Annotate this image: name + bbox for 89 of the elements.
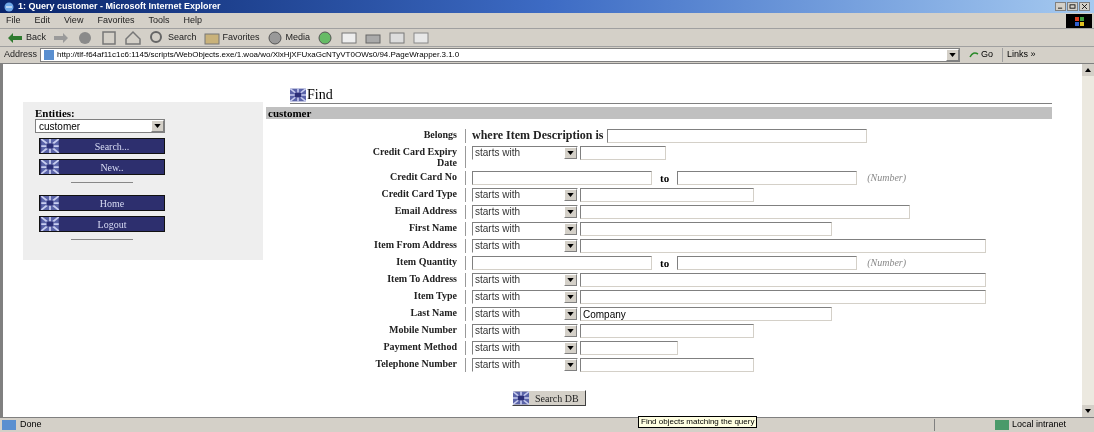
field-label: Last Name (409, 307, 458, 320)
operator-dropdown[interactable]: starts with (472, 222, 578, 236)
number-hint: (Number) (867, 256, 907, 270)
favorites-toolbar-button[interactable]: Favorites (202, 29, 260, 46)
tile-icon (513, 391, 529, 405)
menu-item[interactable]: Edit (34, 13, 51, 28)
field-label: Belongs (422, 129, 458, 142)
field-label: Telephone Number (374, 358, 458, 371)
operator-dropdown[interactable]: starts with (472, 273, 578, 287)
search-toolbar-button[interactable]: Search (148, 29, 197, 46)
status-text: Done (20, 418, 42, 432)
field-label: Item From Address (373, 239, 458, 252)
home-icon (124, 29, 142, 46)
field-label: Email Address (393, 205, 458, 218)
tile-icon (40, 160, 60, 174)
operator-dropdown[interactable]: starts with (472, 239, 578, 253)
close-button[interactable] (1079, 2, 1090, 11)
search-db-button[interactable]: Search DB (512, 390, 586, 406)
text-field[interactable] (607, 129, 868, 143)
sidebar-nav-button[interactable]: New.. (39, 159, 165, 175)
entities-label: Entities: (35, 108, 76, 119)
tooltip: Find objects matching the query (638, 416, 758, 428)
operator-dropdown[interactable]: starts with (472, 290, 578, 304)
operator-dropdown[interactable]: starts with (472, 324, 578, 338)
operator-dropdown[interactable]: starts with (472, 358, 578, 372)
operator-dropdown[interactable]: starts with (472, 205, 578, 219)
field-label: Item To Address (386, 273, 458, 286)
text-field[interactable]: Company (580, 307, 832, 321)
text-field[interactable] (580, 239, 986, 253)
sidebar-nav-button[interactable]: Search... (39, 138, 165, 154)
operator-dropdown[interactable]: starts with (472, 341, 578, 355)
menu-item[interactable]: View (64, 13, 84, 28)
maximize-button[interactable] (1067, 2, 1078, 11)
go-button[interactable]: Go (963, 48, 1000, 62)
text-field[interactable] (580, 205, 910, 219)
menu-item[interactable]: File (6, 13, 21, 28)
operator-dropdown[interactable]: starts with (472, 146, 578, 160)
field-label: Credit Card Type (380, 188, 458, 201)
windows-logo-icon (1066, 13, 1092, 28)
links-button[interactable]: Links » (1002, 48, 1036, 62)
minimize-button[interactable] (1055, 2, 1066, 11)
address-label: Address (4, 48, 38, 62)
sidebar-nav-button[interactable]: Logout (39, 216, 165, 232)
entity-dropdown[interactable]: customer (35, 119, 165, 133)
zone-text: Local intranet (1012, 418, 1067, 432)
text-field[interactable] (580, 222, 832, 236)
tile-icon (40, 217, 60, 231)
text-field[interactable] (580, 290, 986, 304)
field-label: Credit Card Expiry Date (371, 146, 458, 168)
menu-item[interactable]: Help (183, 13, 202, 28)
sidebar-nav-button[interactable]: Home (39, 195, 165, 211)
text-field[interactable] (580, 188, 754, 202)
window-title: 1: Query customer - Microsoft Internet Explorer (18, 0, 222, 13)
range-separator: to (660, 171, 670, 185)
maximize-icon (1069, 4, 1076, 9)
range-separator: to (660, 256, 670, 270)
address-field[interactable]: http://tlf-f64af11c1c6:1145/scripts/WebObjects.exe/1.woa/wo/XlxHjXFUxaGcNTyVT0OWs0/94.PageWrapper.3.1.0 (40, 48, 961, 62)
text-field[interactable] (580, 273, 986, 287)
tile-icon (40, 139, 60, 153)
tile-icon (290, 88, 306, 102)
text-field[interactable] (472, 256, 652, 270)
field-label: Credit Card No (388, 171, 458, 184)
browser-icon (4, 1, 14, 12)
home-toolbar-button[interactable] (124, 29, 142, 46)
text-field[interactable] (580, 324, 754, 338)
text-field[interactable] (472, 171, 652, 185)
entity-header-bar: customer (266, 107, 1052, 119)
field-label: First Name (407, 222, 458, 235)
number-hint: (Number) (867, 171, 907, 185)
text-field[interactable] (580, 341, 678, 355)
field-label: Item Quantity (395, 256, 458, 269)
text-field[interactable] (677, 171, 858, 185)
text-field[interactable] (580, 358, 754, 372)
field-label: Mobile Number (387, 324, 458, 337)
field-label: Item Type (412, 290, 458, 303)
field-label: Payment Method (382, 341, 458, 354)
find-heading: Find (307, 88, 333, 102)
text-field[interactable] (677, 256, 858, 270)
media-toolbar-button[interactable]: Media (265, 29, 311, 46)
close-icon (1081, 4, 1088, 9)
text-field[interactable] (580, 146, 666, 160)
operator-dropdown[interactable]: starts with (472, 307, 578, 321)
menu-item[interactable]: Favorites (97, 13, 135, 28)
back-toolbar-button[interactable]: Back (6, 29, 46, 46)
vertical-scrollbar[interactable] (1082, 64, 1094, 417)
menu-item[interactable]: Tools (148, 13, 170, 28)
tile-icon (40, 196, 60, 210)
relation-text: where Item Description is (472, 129, 604, 142)
operator-dropdown[interactable]: starts with (472, 188, 578, 202)
